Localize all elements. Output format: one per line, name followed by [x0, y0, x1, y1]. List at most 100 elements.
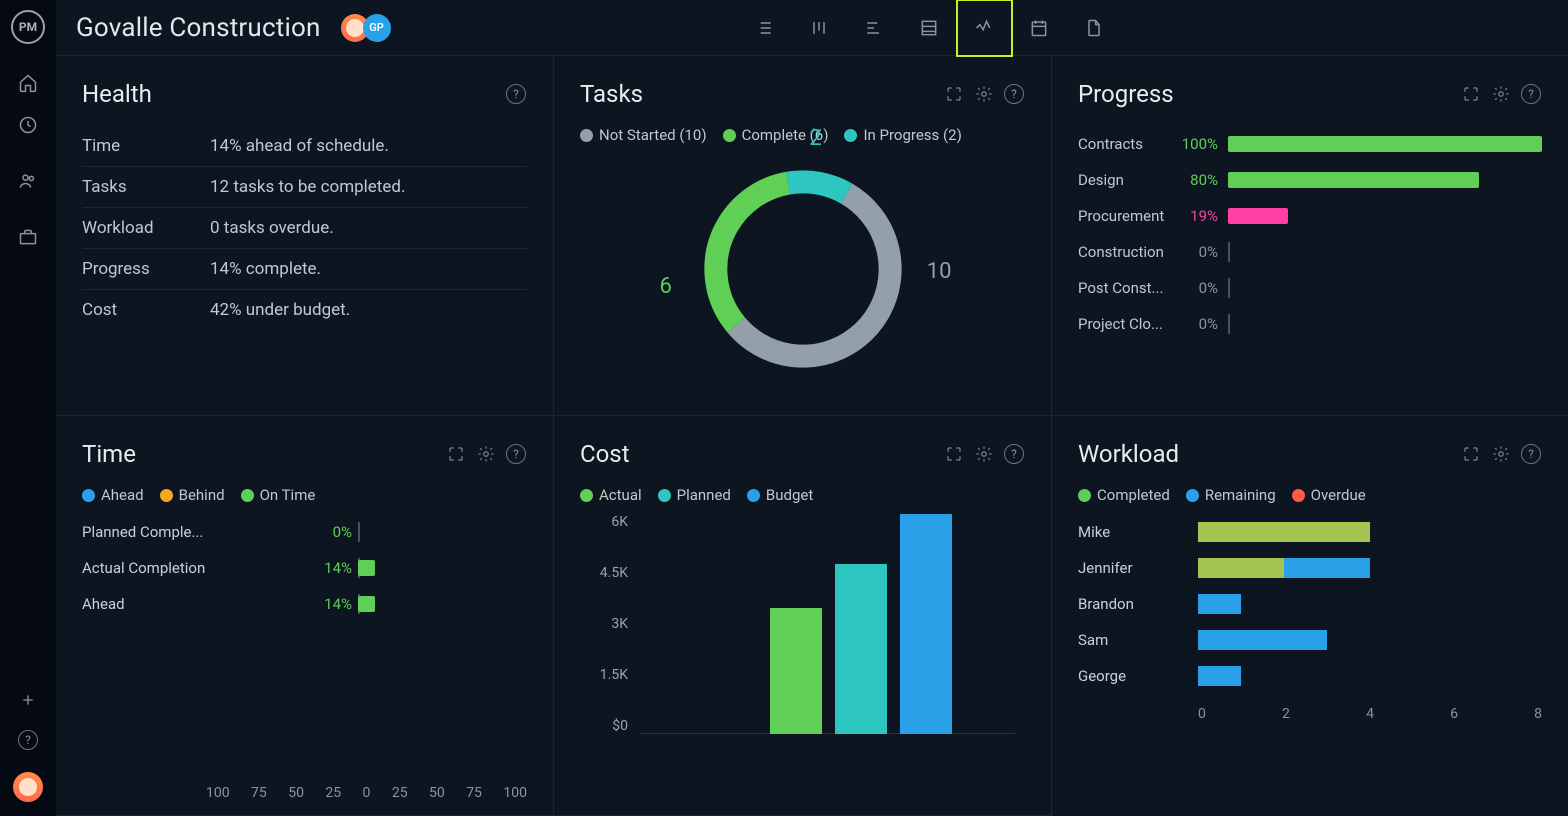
- workload-bar: [1198, 558, 1542, 578]
- panel-health: Health ? Time14% ahead of schedule.Tasks…: [56, 56, 554, 416]
- expand-icon[interactable]: [943, 443, 965, 465]
- progress-row: Post Const...0%: [1078, 270, 1542, 306]
- progress-row: Construction0%: [1078, 234, 1542, 270]
- expand-icon[interactable]: [1460, 83, 1482, 105]
- health-row: Time14% ahead of schedule.: [82, 126, 527, 167]
- workload-legend: Completed Remaining Overdue: [1078, 486, 1542, 504]
- progress-bar: [1228, 244, 1542, 260]
- help-icon[interactable]: ?: [505, 443, 527, 465]
- project-members[interactable]: GP: [341, 14, 391, 42]
- legend-item[interactable]: Behind: [160, 486, 225, 504]
- progress-label: Procurement: [1078, 207, 1178, 225]
- workload-axis: 02468: [1198, 706, 1542, 722]
- health-value: 42% under budget.: [210, 300, 350, 320]
- add-button-icon[interactable]: [8, 680, 48, 720]
- gear-icon[interactable]: [1490, 443, 1512, 465]
- member-avatar[interactable]: GP: [363, 14, 391, 42]
- help-icon[interactable]: ?: [1003, 443, 1025, 465]
- legend-item[interactable]: Not Started (10): [580, 126, 707, 144]
- workload-row: Mike: [1078, 514, 1542, 550]
- panel-cost: Cost ? ActualPlannedBudget 6K4.5K3K1.5K$…: [554, 416, 1052, 816]
- expand-icon[interactable]: [1460, 443, 1482, 465]
- panel-workload: Workload ? CompletedRemainingOverdue Mik…: [1052, 416, 1568, 816]
- legend-item[interactable]: Overdue: [1292, 486, 1366, 504]
- gear-icon[interactable]: [973, 443, 995, 465]
- health-value: 14% complete.: [210, 259, 321, 279]
- view-files-icon[interactable]: [1067, 0, 1122, 56]
- time-pct: 14%: [282, 595, 352, 613]
- nav-home-icon[interactable]: [8, 62, 48, 104]
- workload-row: Sam: [1078, 622, 1542, 658]
- legend-item[interactable]: Planned: [658, 486, 731, 504]
- workload-row: George: [1078, 658, 1542, 694]
- panel-title: Progress: [1078, 80, 1174, 108]
- help-icon[interactable]: ?: [1520, 83, 1542, 105]
- health-row: Tasks12 tasks to be completed.: [82, 167, 527, 208]
- progress-bar: [1228, 208, 1542, 224]
- cost-bar: [835, 564, 887, 735]
- progress-bar: [1228, 280, 1542, 296]
- cost-bar: [770, 608, 822, 735]
- global-help-icon[interactable]: ?: [8, 720, 48, 760]
- legend-item[interactable]: On Time: [241, 486, 316, 504]
- progress-label: Project Clo...: [1078, 315, 1178, 333]
- time-legend: Ahead Behind On Time: [82, 486, 527, 504]
- view-sheet-icon[interactable]: [902, 0, 957, 56]
- gear-icon[interactable]: [973, 83, 995, 105]
- legend-item[interactable]: Actual: [580, 486, 642, 504]
- health-value: 0 tasks overdue.: [210, 218, 334, 238]
- progress-pct: 0%: [1178, 243, 1218, 261]
- help-icon[interactable]: ?: [1003, 83, 1025, 105]
- progress-row: Contracts100%: [1078, 126, 1542, 162]
- progress-row: Design80%: [1078, 162, 1542, 198]
- view-calendar-icon[interactable]: [1012, 0, 1067, 56]
- view-board-icon[interactable]: [792, 0, 847, 56]
- time-pct: 14%: [282, 559, 352, 577]
- view-list-icon[interactable]: [737, 0, 792, 56]
- progress-row: Project Clo...0%: [1078, 306, 1542, 342]
- project-topbar: Govalle Construction GP: [56, 0, 1568, 56]
- health-label: Cost: [82, 300, 210, 320]
- nav-portfolio-icon[interactable]: [8, 216, 48, 258]
- current-user-avatar[interactable]: [13, 772, 43, 802]
- health-value: 14% ahead of schedule.: [210, 136, 389, 156]
- legend-item[interactable]: Remaining: [1186, 486, 1276, 504]
- progress-bar: [1228, 172, 1542, 188]
- legend-item[interactable]: Budget: [747, 486, 813, 504]
- expand-icon[interactable]: [943, 83, 965, 105]
- nav-team-icon[interactable]: [8, 160, 48, 202]
- cost-bar: [900, 514, 952, 734]
- app-logo[interactable]: PM: [11, 10, 45, 44]
- view-gantt-icon[interactable]: [847, 0, 902, 56]
- legend-item[interactable]: In Progress (2): [844, 126, 961, 144]
- nav-recent-icon[interactable]: [8, 104, 48, 146]
- time-row: Actual Completion14%: [82, 550, 527, 586]
- time-row: Ahead14%: [82, 586, 527, 622]
- progress-bar: [1228, 316, 1542, 332]
- panel-time: Time ? AheadBehindOn Time Planned Comple…: [56, 416, 554, 816]
- progress-label: Post Const...: [1078, 279, 1178, 297]
- legend-item[interactable]: Completed: [1078, 486, 1170, 504]
- donut-label-complete: 6: [660, 274, 672, 299]
- help-icon[interactable]: ?: [505, 83, 527, 105]
- time-bar: [358, 524, 518, 540]
- time-bar: [358, 560, 518, 576]
- panel-title: Health: [82, 80, 152, 108]
- time-axis: 1007550250255075100: [206, 785, 527, 801]
- gear-icon[interactable]: [475, 443, 497, 465]
- view-dashboard-icon[interactable]: [957, 0, 1012, 56]
- progress-pct: 0%: [1178, 315, 1218, 333]
- workload-bar: [1198, 666, 1542, 686]
- panel-title: Cost: [580, 440, 630, 468]
- health-value: 12 tasks to be completed.: [210, 177, 405, 197]
- progress-pct: 80%: [1178, 171, 1218, 189]
- gear-icon[interactable]: [1490, 83, 1512, 105]
- legend-item[interactable]: Ahead: [82, 486, 144, 504]
- panel-tasks: Tasks ? Not Started (10)Complete (6)In P…: [554, 56, 1052, 416]
- workload-bar: [1198, 594, 1542, 614]
- progress-bar: [1228, 136, 1542, 152]
- expand-icon[interactable]: [445, 443, 467, 465]
- help-icon[interactable]: ?: [1520, 443, 1542, 465]
- health-label: Tasks: [82, 177, 210, 197]
- workload-bar: [1198, 630, 1542, 650]
